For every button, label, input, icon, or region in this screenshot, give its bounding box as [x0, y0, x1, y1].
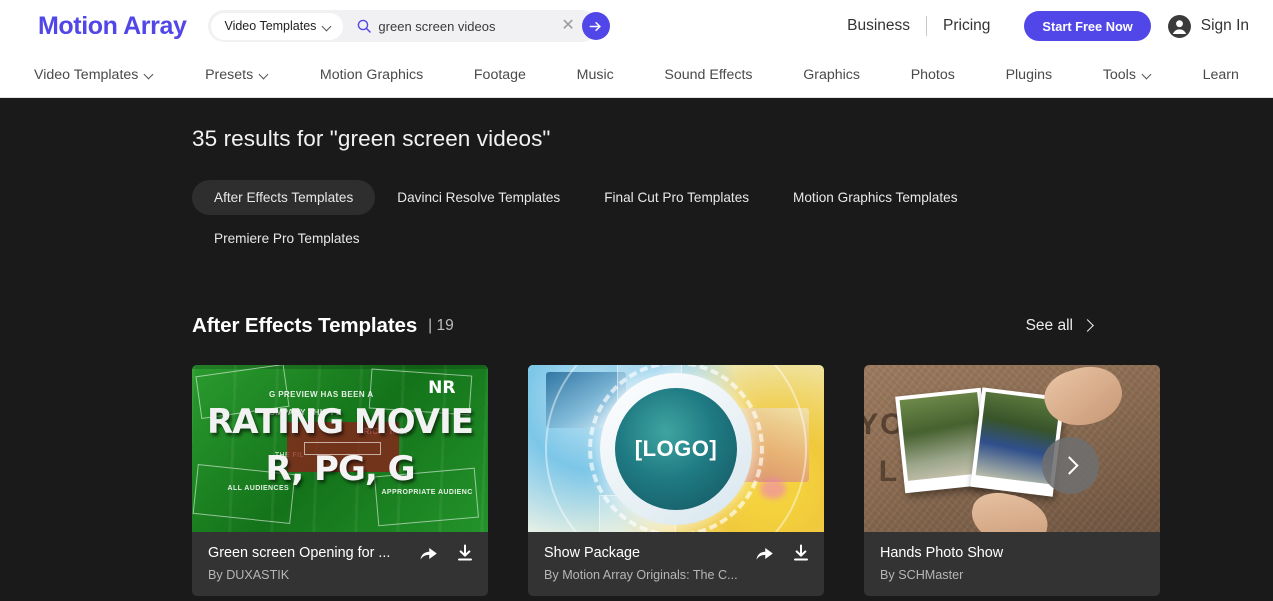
results-header-block: 35 results for "green screen videos" Aft…: [0, 98, 1273, 338]
thumbnail-subhead: R, PG, G: [265, 448, 415, 489]
sign-in-label: Sign In: [1200, 17, 1249, 34]
card-footer: Hands Photo Show By SCHMaster: [864, 532, 1160, 596]
card-thumbnail[interactable]: YOUR P L RE: [864, 365, 1160, 532]
header-actions: Business Pricing Start Free Now Sign In: [831, 11, 1249, 41]
nav-item-music[interactable]: Music: [577, 67, 614, 83]
primary-nav: Video Templates Presets Motion Graphics …: [0, 52, 1273, 98]
thumbnail-logo-placeholder: [LOGO]: [634, 435, 718, 461]
nav-label: Plugins: [1005, 66, 1053, 83]
pricing-link[interactable]: Pricing: [927, 17, 1006, 35]
filter-premiere-pro-templates[interactable]: Premiere Pro Templates: [192, 221, 382, 256]
search-bar: Video Templates ✕: [208, 10, 610, 42]
user-avatar-icon: [1167, 14, 1191, 38]
nav-item-sound-effects[interactable]: Sound Effects: [664, 67, 752, 83]
nav-item-motion-graphics[interactable]: Motion Graphics: [320, 67, 423, 83]
section-count: | 19: [428, 317, 454, 335]
filter-davinci-resolve-templates[interactable]: Davinci Resolve Templates: [375, 180, 582, 215]
page-title: 35 results for "green screen videos": [192, 126, 551, 151]
nav-label: Music: [576, 66, 614, 83]
nav-label: Presets: [205, 66, 254, 83]
thumbnail-nr-badge: NR: [428, 378, 456, 399]
brand-logo[interactable]: Motion Array: [38, 12, 187, 41]
results-carousel: G PREVIEW HAS BEEN A OMPANY THIS FE ERIC…: [0, 365, 1273, 596]
search-results-page: 35 results for "green screen videos" Aft…: [0, 98, 1273, 601]
section-separator: |: [428, 317, 433, 334]
chevron-down-icon: [145, 70, 154, 79]
chevron-down-icon: [1143, 70, 1152, 79]
nav-item-presets[interactable]: Presets: [205, 67, 269, 83]
card-author[interactable]: By Motion Array Originals: The C...: [544, 568, 744, 582]
nav-item-graphics[interactable]: Graphics: [803, 67, 860, 83]
start-free-now-button[interactable]: Start Free Now: [1024, 11, 1151, 41]
card-thumbnail[interactable]: [LOGO]: [528, 365, 824, 532]
thumbnail-microtext: G PREVIEW HAS BEEN A: [268, 390, 374, 400]
nav-label: Motion Graphics: [319, 66, 424, 83]
nav-label: Sound Effects: [664, 66, 753, 83]
nav-label: Footage: [473, 66, 526, 83]
card-title[interactable]: Show Package: [544, 545, 749, 561]
thumbnail-microtext: APPROPRIATE AUDIENC: [381, 488, 473, 496]
nav-item-plugins[interactable]: Plugins: [1006, 67, 1053, 83]
business-link[interactable]: Business: [831, 17, 926, 35]
chevron-down-icon: [323, 22, 332, 31]
category-filter-list: After Effects Templates Davinci Resolve …: [192, 180, 1007, 256]
card-author[interactable]: By SCHMaster: [880, 568, 1080, 582]
share-icon[interactable]: [419, 545, 438, 567]
chevron-right-icon: [1083, 321, 1093, 331]
nav-label: Tools: [1102, 66, 1136, 83]
nav-item-learn[interactable]: Learn: [1203, 67, 1239, 83]
search-category-dropdown[interactable]: Video Templates: [211, 12, 344, 40]
card-title[interactable]: Green screen Opening for ...: [208, 545, 413, 561]
section-header: After Effects Templates | 19 See all: [192, 314, 1093, 338]
result-card[interactable]: [LOGO] Show Package By Motion Array Orig…: [528, 365, 824, 596]
search-icon: [357, 19, 372, 33]
nav-item-photos[interactable]: Photos: [911, 67, 955, 83]
search-category-label: Video Templates: [224, 19, 317, 33]
card-footer: Show Package By Motion Array Originals: …: [528, 532, 824, 596]
section-count-value: 19: [436, 317, 454, 334]
top-header: Motion Array Video Templates ✕ Business …: [0, 0, 1273, 52]
filter-after-effects-templates[interactable]: After Effects Templates: [192, 180, 376, 215]
nav-label: Graphics: [803, 66, 860, 83]
close-icon[interactable]: ✕: [554, 18, 581, 34]
share-icon[interactable]: [755, 545, 774, 567]
nav-label: Video Templates: [34, 66, 139, 83]
chevron-right-icon: [1063, 459, 1076, 472]
arrow-right-icon: [589, 21, 602, 31]
carousel-next-button[interactable]: [1042, 437, 1099, 494]
card-thumbnail[interactable]: G PREVIEW HAS BEEN A OMPANY THIS FE ERIC…: [192, 365, 488, 532]
search-submit-button[interactable]: [581, 12, 610, 40]
card-title[interactable]: Hands Photo Show: [880, 545, 1085, 561]
download-icon[interactable]: [792, 544, 810, 567]
chevron-down-icon: [260, 70, 269, 79]
result-card[interactable]: G PREVIEW HAS BEEN A OMPANY THIS FE ERIC…: [192, 365, 488, 596]
sign-in-button[interactable]: Sign In: [1167, 14, 1249, 39]
card-footer: Green screen Opening for ... By DUXASTIK: [192, 532, 488, 596]
result-card[interactable]: YOUR P L RE Hands Photo Show By SCHMaste…: [864, 365, 1160, 596]
filter-motion-graphics-templates[interactable]: Motion Graphics Templates: [771, 180, 979, 215]
card-author[interactable]: By DUXASTIK: [208, 568, 408, 582]
section-title: After Effects Templates: [192, 314, 418, 337]
thumbnail-headline: RATING MOVIE: [207, 402, 474, 443]
card-actions: [419, 544, 474, 567]
decor-light-blob: [759, 478, 786, 499]
nav-label: Learn: [1202, 66, 1239, 83]
download-icon[interactable]: [456, 544, 474, 567]
search-input[interactable]: [378, 18, 555, 34]
nav-item-video-templates[interactable]: Video Templates: [34, 67, 154, 83]
card-actions: [755, 544, 810, 567]
nav-label: Photos: [910, 66, 955, 83]
nav-item-tools[interactable]: Tools: [1103, 67, 1152, 83]
filter-final-cut-pro-templates[interactable]: Final Cut Pro Templates: [582, 180, 771, 215]
see-all-link[interactable]: See all: [1026, 317, 1093, 335]
see-all-label: See all: [1025, 317, 1073, 334]
nav-item-footage[interactable]: Footage: [474, 67, 526, 83]
